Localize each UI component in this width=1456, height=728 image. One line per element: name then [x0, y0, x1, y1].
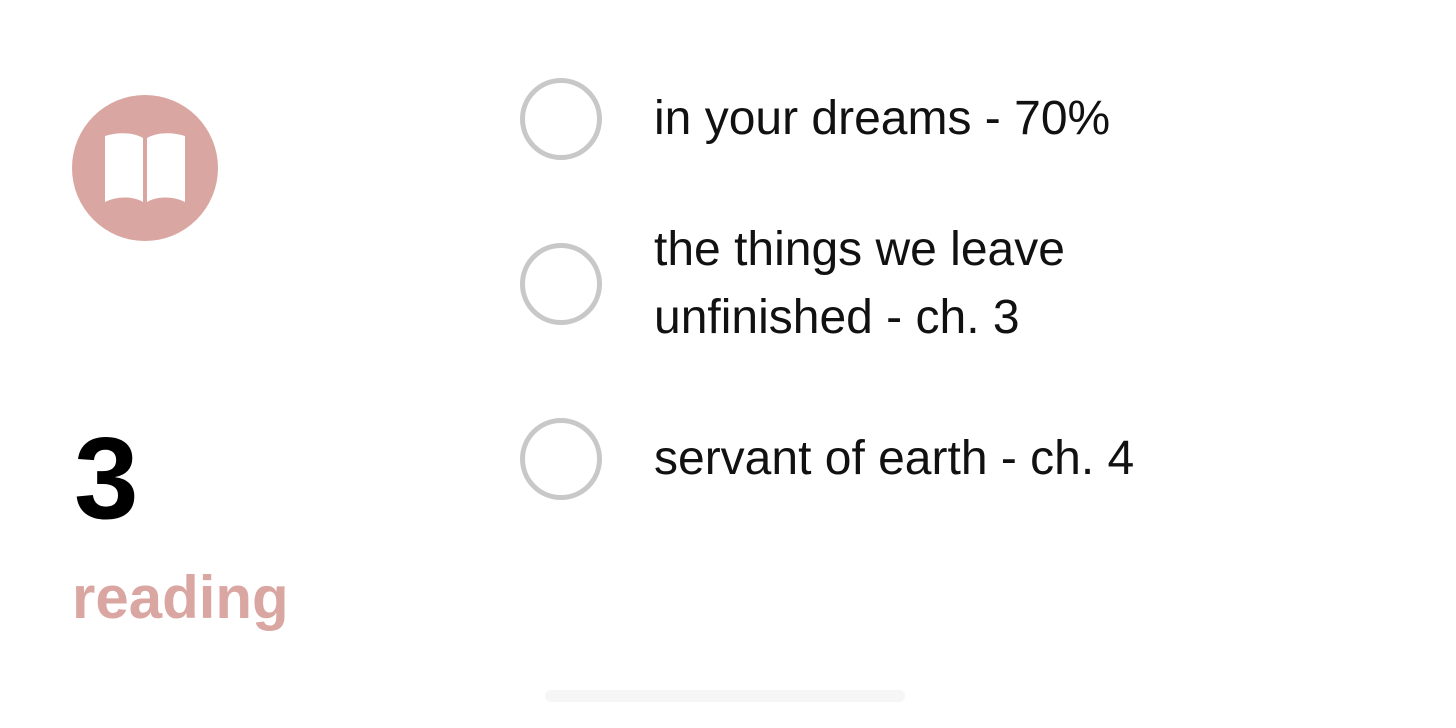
home-indicator [545, 690, 905, 702]
task-checkbox[interactable] [520, 418, 602, 500]
list-item[interactable]: the things we leave unfinished - ch. 3 [520, 216, 1174, 352]
book-icon [72, 95, 218, 241]
list-item[interactable]: servant of earth - ch. 4 [520, 418, 1314, 500]
task-label: servant of earth - ch. 4 [654, 432, 1135, 485]
list-item[interactable]: in your dreams - 70% [520, 78, 1314, 160]
task-checkbox[interactable] [520, 243, 602, 325]
reminders-widget[interactable]: 3 reading in your dreams - 70% the thing… [0, 0, 1456, 728]
task-label: in your dreams - 70% [654, 92, 1111, 145]
task-checkbox[interactable] [520, 78, 602, 160]
task-count: 3 [74, 413, 139, 543]
task-label: the things we leave unfinished - ch. 3 [654, 223, 1065, 344]
list-name: reading [72, 564, 289, 631]
